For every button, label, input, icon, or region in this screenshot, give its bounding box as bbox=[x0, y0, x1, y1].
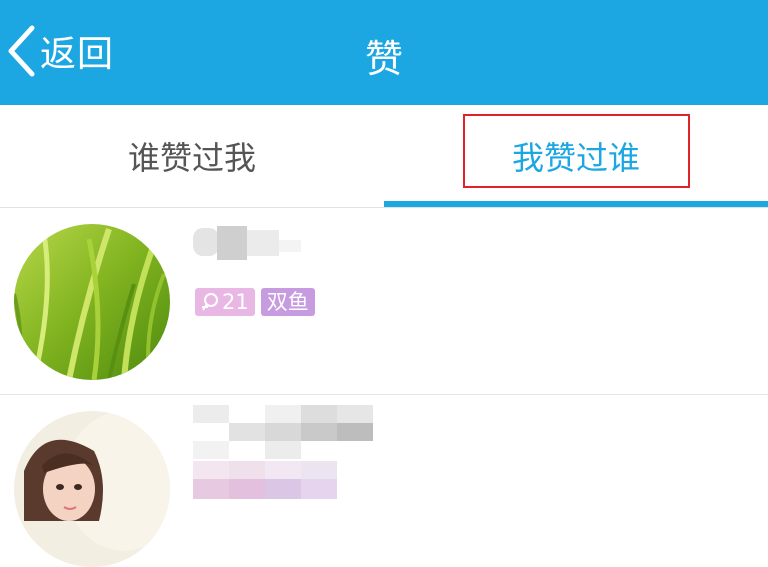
avatar[interactable] bbox=[14, 224, 170, 380]
tags-blurred bbox=[193, 461, 343, 510]
portrait-photo bbox=[14, 411, 170, 567]
age-value: 21 bbox=[222, 290, 249, 314]
female-icon bbox=[202, 293, 218, 311]
page-title: 赞 bbox=[364, 37, 403, 81]
name-blurred bbox=[193, 226, 313, 260]
age-badge: 21 bbox=[195, 288, 255, 316]
title-bar: 返回 赞 bbox=[0, 0, 768, 105]
tab-selected-indicator bbox=[384, 201, 768, 207]
name-blurred bbox=[193, 405, 378, 459]
grass-photo bbox=[14, 224, 170, 380]
user-tags: 21 双鱼 bbox=[195, 288, 315, 316]
list-item[interactable] bbox=[0, 395, 768, 567]
tab-who-liked-me[interactable]: 谁赞过我 bbox=[0, 105, 384, 207]
tab-bar: 谁赞过我 我赞过谁 bbox=[0, 105, 768, 208]
avatar[interactable] bbox=[14, 411, 170, 567]
tab-who-i-liked[interactable]: 我赞过谁 bbox=[384, 105, 768, 207]
constellation-badge: 双鱼 bbox=[260, 288, 315, 316]
list-item[interactable]: 21 双鱼 bbox=[0, 208, 768, 395]
